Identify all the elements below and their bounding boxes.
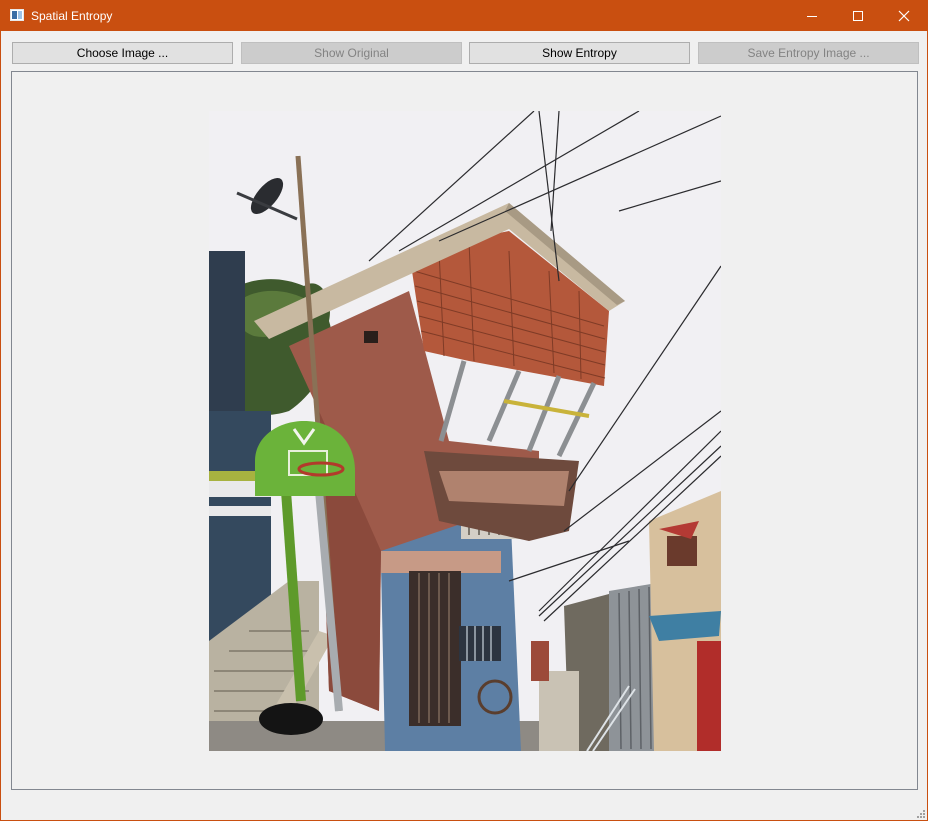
- app-window-icon: [10, 9, 24, 21]
- minimize-icon: [807, 16, 817, 17]
- window-title: Spatial Entropy: [31, 9, 113, 23]
- show-original-button[interactable]: Show Original: [241, 42, 462, 64]
- resize-grip-icon[interactable]: [915, 808, 925, 818]
- maximize-icon: [853, 11, 863, 21]
- image-view-panel: [11, 71, 918, 790]
- close-icon: [898, 10, 910, 22]
- choose-image-button[interactable]: Choose Image ...: [12, 42, 233, 64]
- minimize-button[interactable]: [789, 1, 835, 31]
- show-entropy-button[interactable]: Show Entropy: [469, 42, 690, 64]
- photo-image: [209, 111, 721, 751]
- app-window: Spatial Entropy Choose Image ... Show Or…: [0, 0, 928, 821]
- displayed-photo: [209, 111, 721, 751]
- title-bar[interactable]: Spatial Entropy: [1, 1, 927, 31]
- maximize-button[interactable]: [835, 1, 881, 31]
- save-entropy-image-button[interactable]: Save Entropy Image ...: [698, 42, 919, 64]
- close-button[interactable]: [881, 1, 927, 31]
